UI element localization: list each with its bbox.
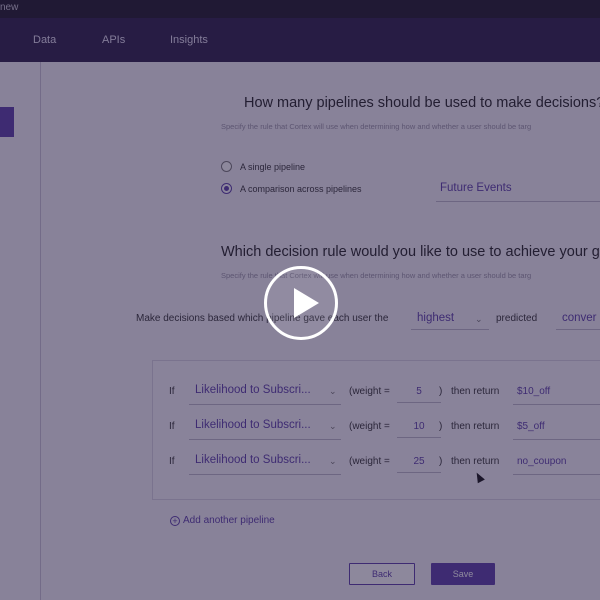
radio-button-checked[interactable] — [221, 183, 232, 194]
pipeline-select-value: Likelihood to Subscri... — [195, 454, 311, 466]
radio-label: A single pipeline — [240, 161, 306, 172]
nav-item-apis[interactable]: APIs — [102, 34, 125, 46]
decision-sentence-mid: predicted — [496, 313, 538, 324]
weight-close-label: ) — [439, 421, 443, 432]
highest-select[interactable]: highest ⌄ — [411, 308, 489, 330]
chevron-down-icon[interactable]: ⌄ — [329, 421, 337, 432]
weight-input[interactable]: 10 — [397, 416, 441, 438]
weight-open-label: (weight = — [349, 421, 390, 432]
weight-close-label: ) — [439, 456, 443, 467]
add-pipeline-link[interactable]: + Add another pipeline — [170, 515, 275, 526]
pipeline-select-value: Likelihood to Subscri... — [195, 419, 311, 431]
top-navbar: Data APIs Insights — [0, 18, 600, 62]
radio-button[interactable] — [221, 161, 232, 172]
pipeline-select[interactable]: Likelihood to Subscri... — [189, 449, 341, 475]
chevron-down-icon: ⌄ — [475, 314, 483, 324]
window-titlebar: new — [0, 0, 600, 18]
weight-close-label: ) — [439, 386, 443, 397]
if-label: If — [169, 421, 175, 432]
back-button[interactable]: Back — [349, 563, 415, 585]
add-pipeline-label: Add another pipeline — [183, 515, 275, 526]
plus-circle-icon: + — [170, 516, 180, 526]
then-return-label: then return — [451, 456, 500, 467]
pipelines-question-heading: How many pipelines should be used to mak… — [244, 95, 600, 111]
pipeline-rule-row: If Likelihood to Subscri... ⌄ (weight = … — [153, 449, 600, 475]
weight-open-label: (weight = — [349, 386, 390, 397]
pipelines-question-subtext: Specify the rule that Cortex will use wh… — [221, 122, 532, 131]
chevron-down-icon[interactable]: ⌄ — [329, 386, 337, 397]
pipeline-rules-box: If Likelihood to Subscri... ⌄ (weight = … — [152, 360, 600, 500]
if-label: If — [169, 456, 175, 467]
future-events-value: Future Events — [440, 182, 512, 194]
pipeline-select[interactable]: Likelihood to Subscri... — [189, 379, 341, 405]
return-value-input[interactable]: $5_off — [513, 414, 600, 440]
play-icon[interactable] — [264, 266, 338, 340]
decision-rule-heading: Which decision rule would you like to us… — [221, 244, 600, 260]
pipeline-rule-row: If Likelihood to Subscri... ⌄ (weight = … — [153, 414, 600, 440]
radio-comparison-pipelines[interactable]: A comparison across pipelines — [221, 183, 362, 194]
chevron-down-icon[interactable]: ⌄ — [329, 456, 337, 467]
pipeline-select-value: Likelihood to Subscri... — [195, 384, 311, 396]
highest-value: highest — [417, 312, 455, 324]
pipeline-rule-row: If Likelihood to Subscri... ⌄ (weight = … — [153, 379, 600, 405]
nav-item-data[interactable]: Data — [33, 34, 56, 46]
decision-sentence-prefix: Make decisions based which pipeline gave… — [136, 313, 389, 324]
pipeline-select[interactable]: Likelihood to Subscri... — [189, 414, 341, 440]
pipelines-question-text: How many pipelines should be used to mak… — [244, 95, 600, 111]
window-title: new — [0, 2, 19, 13]
radio-single-pipeline[interactable]: A single pipeline — [221, 161, 305, 172]
return-value-input[interactable]: no_coupon — [513, 449, 600, 475]
return-value-input[interactable]: $10_off — [513, 379, 600, 405]
weight-open-label: (weight = — [349, 456, 390, 467]
then-return-label: then return — [451, 421, 500, 432]
weight-input[interactable]: 5 — [397, 381, 441, 403]
decision-rule-subtext: Specify the rule that Cortex will use wh… — [221, 271, 532, 280]
nav-item-insights[interactable]: Insights — [170, 34, 208, 46]
weight-input[interactable]: 25 — [397, 451, 441, 473]
conversion-select[interactable]: conver — [556, 308, 600, 330]
future-events-select[interactable]: Future Events — [436, 180, 600, 202]
then-return-label: then return — [451, 386, 500, 397]
radio-label: A comparison across pipelines — [240, 183, 362, 194]
if-label: If — [169, 386, 175, 397]
save-button[interactable]: Save — [431, 563, 495, 585]
conversion-value: conver — [562, 312, 597, 324]
